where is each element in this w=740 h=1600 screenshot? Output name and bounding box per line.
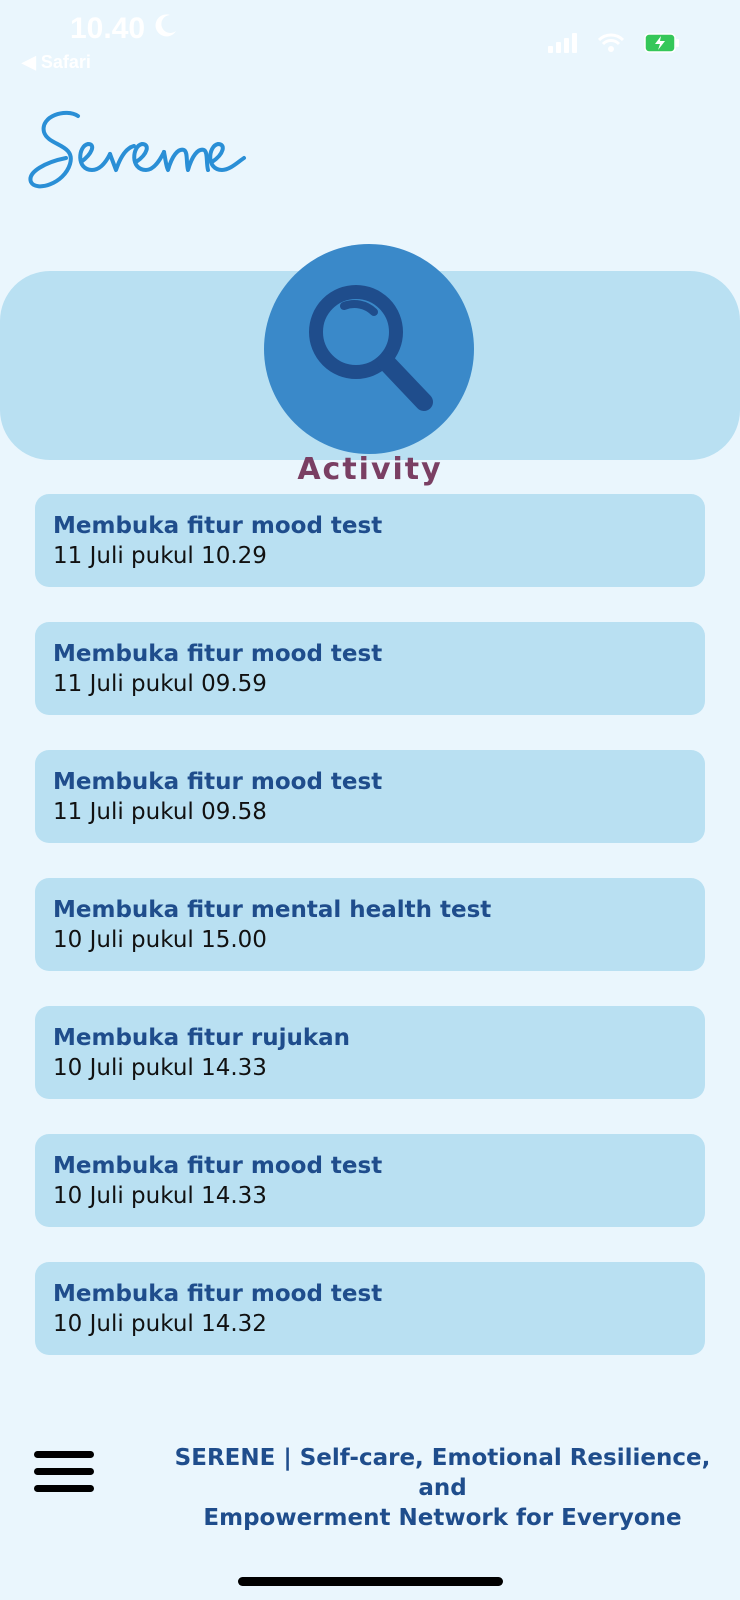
moon-icon (153, 12, 179, 46)
menu-bar (34, 1468, 94, 1475)
activity-list: Membuka fitur mood test 11 Juli pukul 10… (35, 494, 705, 1390)
footer-tagline: SERENE | Self-care, Emotional Resilience… (150, 1443, 735, 1533)
activity-item[interactable]: Membuka fitur mood test 11 Juli pukul 09… (35, 622, 705, 715)
page-title: Activity (297, 452, 443, 487)
back-to-app-link[interactable]: ◀ Safari (22, 52, 91, 73)
activity-item[interactable]: Membuka fitur mood test 10 Juli pukul 14… (35, 1134, 705, 1227)
footer-line-2: Empowerment Network for Everyone (203, 1505, 682, 1531)
battery-charging-icon (644, 33, 680, 57)
activity-timestamp: 10 Juli pukul 15.00 (53, 927, 267, 953)
activity-item[interactable]: Membuka fitur mood test 11 Juli pukul 09… (35, 750, 705, 843)
activity-item[interactable]: Membuka fitur mood test 10 Juli pukul 14… (35, 1262, 705, 1355)
menu-bar (34, 1451, 94, 1458)
search-icon (309, 285, 433, 411)
activity-timestamp: 11 Juli pukul 09.58 (53, 799, 267, 825)
serene-logo (26, 100, 256, 210)
activity-title: Membuka fitur mood test (53, 513, 383, 539)
activity-header-badge (264, 244, 474, 454)
activity-title: Membuka fitur rujukan (53, 1025, 351, 1051)
activity-timestamp: 10 Juli pukul 14.33 (53, 1055, 267, 1081)
activity-timestamp: 10 Juli pukul 14.32 (53, 1311, 267, 1337)
activity-timestamp: 10 Juli pukul 14.33 (53, 1183, 267, 1209)
activity-title: Membuka fitur mood test (53, 1281, 383, 1307)
wifi-icon (597, 33, 625, 57)
status-icons (548, 33, 680, 57)
activity-title: Membuka fitur mood test (53, 641, 383, 667)
home-indicator[interactable] (238, 1577, 503, 1586)
status-bar: 10.40 ◀ Safari (0, 0, 740, 80)
clock-label: 10.40 (70, 12, 146, 45)
activity-item[interactable]: Membuka fitur rujukan 10 Juli pukul 14.3… (35, 1006, 705, 1099)
activity-title: Membuka fitur mental health test (53, 897, 492, 923)
activity-timestamp: 11 Juli pukul 09.59 (53, 671, 267, 697)
activity-timestamp: 11 Juli pukul 10.29 (53, 543, 267, 569)
hamburger-menu-icon[interactable] (34, 1451, 94, 1497)
activity-title: Membuka fitur mood test (53, 769, 383, 795)
activity-item[interactable]: Membuka fitur mood test 11 Juli pukul 10… (35, 494, 705, 587)
menu-bar (34, 1485, 94, 1492)
signal-icon (548, 33, 578, 57)
activity-title: Membuka fitur mood test (53, 1153, 383, 1179)
status-time: 10.40 (70, 12, 179, 46)
activity-item[interactable]: Membuka fitur mental health test 10 Juli… (35, 878, 705, 971)
footer-line-1: SERENE | Self-care, Emotional Resilience… (174, 1445, 711, 1501)
